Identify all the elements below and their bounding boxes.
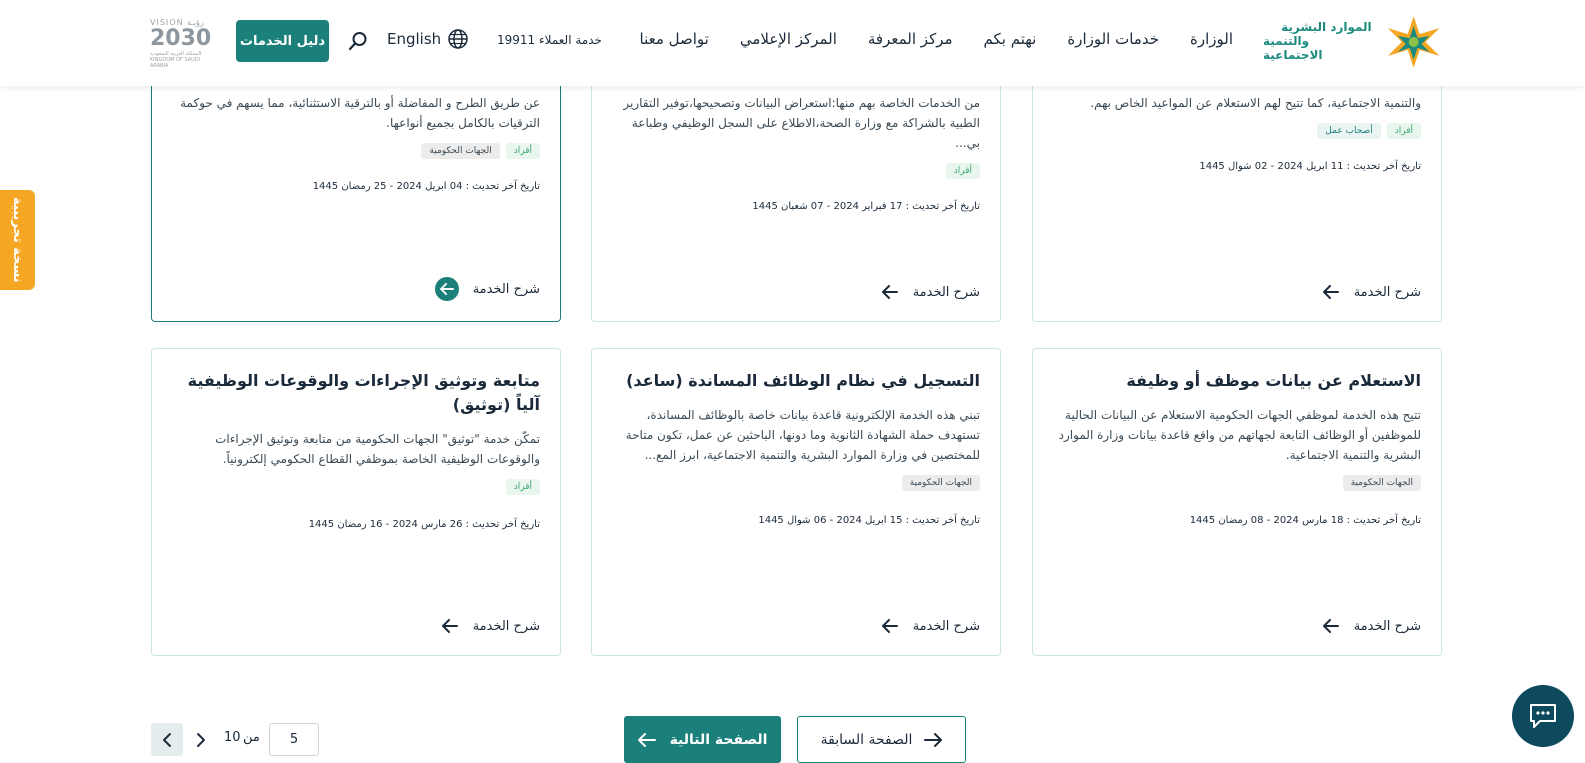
previous-page-label: الصفحة السابقة	[820, 731, 913, 748]
tag-government: الجهات الحكومية	[1342, 475, 1421, 491]
explain-label: شرح الخدمة	[1353, 284, 1421, 300]
card-description: تتيح هذه الخدمة لموظفي الجهات الحكومية ا…	[1058, 408, 1421, 462]
explain-service-link[interactable]: شرح الخدمة	[1322, 617, 1421, 635]
vision-2030-logo: VISION رؤيـة 2030 المملكة العربية السعود…	[150, 18, 216, 69]
page-number-input[interactable]: 5	[269, 723, 319, 756]
service-card[interactable]: التسجيل في نظام الوظائف المساندة (ساعد) …	[591, 348, 1001, 656]
nav-item-care[interactable]: نهتم بكم	[984, 30, 1037, 48]
explain-label: شرح الخدمة	[472, 618, 540, 634]
page-prev-arrow[interactable]	[151, 723, 183, 756]
arrow-left-icon	[637, 732, 656, 747]
arrow-left-circle-icon	[434, 277, 459, 301]
language-label: English	[387, 30, 442, 48]
card-description: تبني هذه الخدمة الإلكترونية قاعدة بيانات…	[625, 408, 980, 462]
arrow-left-icon	[1322, 617, 1340, 635]
card-updated-date: تاريخ آخر تحديث : 17 فبراير 2024 - 07 شع…	[752, 201, 980, 212]
site-header: الموارد البشرية والتنمية الاجتماعية الوز…	[0, 0, 1585, 86]
card-description: من الخدمات الخاصة بهم منها:استعراض البيا…	[623, 96, 980, 150]
chat-bubble-icon	[1530, 704, 1556, 728]
next-page-label: الصفحة التالية	[669, 731, 768, 748]
card-updated-date: تاريخ آخر تحديث : 15 ابريل 2024 - 06 شوا…	[758, 515, 980, 526]
card-description: والتنمية الاجتماعية، كما تتيح لهم الاستع…	[1090, 96, 1421, 110]
explain-label: شرح الخدمة	[1353, 618, 1421, 634]
previous-page-button[interactable]: الصفحة السابقة	[797, 716, 966, 763]
service-card[interactable]: متابعة وتوثيق الإجراءات والوقوعات الوظيف…	[151, 348, 561, 656]
tag-government: الجهات الحكومية	[421, 143, 500, 159]
tag-individuals: أفراد	[505, 479, 540, 495]
arrow-left-icon	[1322, 283, 1340, 301]
nav-item-services[interactable]: خدمات الوزارة	[1067, 30, 1159, 48]
vision-year: 2030	[150, 26, 212, 51]
logo-line-2: والتنمية الاجتماعية	[1263, 34, 1323, 62]
card-tags: الجهات الحكومية	[1053, 475, 1421, 491]
arrow-left-icon	[441, 617, 459, 635]
page-next-arrow[interactable]	[185, 723, 217, 756]
card-title: متابعة وتوثيق الإجراءات والوقوعات الوظيف…	[187, 371, 540, 414]
explain-service-link[interactable]: شرح الخدمة	[441, 617, 540, 635]
card-description: تمكّن خدمة "توثيق" الجهات الحكومية من مت…	[215, 432, 540, 466]
card-updated-date: تاريخ آخر تحديث : 04 ابريل 2024 - 25 رمض…	[312, 181, 540, 192]
service-card[interactable]: والتنمية الاجتماعية، كما تتيح لهم الاستع…	[1032, 60, 1442, 322]
nav-item-ministry[interactable]: الوزارة	[1190, 30, 1233, 48]
tag-individuals: أفراد	[505, 143, 540, 159]
card-description: عن طريق الطرح و المفاضلة أو بالترقية الا…	[180, 96, 540, 130]
globe-icon	[448, 29, 468, 49]
card-updated-date: تاريخ آخر تحديث : 11 ابريل 2024 - 02 شوا…	[1199, 161, 1421, 172]
logo-text: الموارد البشرية والتنمية الاجتماعية	[1263, 20, 1372, 62]
ministry-logo[interactable]: الموارد البشرية والتنمية الاجتماعية	[1263, 14, 1443, 68]
explain-service-link[interactable]: شرح الخدمة	[881, 617, 980, 635]
main-nav: الوزارة خدمات الوزارة نهتم بكم مركز المع…	[640, 30, 1233, 48]
arrow-left-icon	[881, 283, 899, 301]
explain-service-link[interactable]: شرح الخدمة	[1322, 283, 1421, 301]
next-page-button[interactable]: الصفحة التالية	[624, 716, 781, 763]
logo-line-1: الموارد البشرية	[1281, 20, 1372, 34]
page-total: 10	[224, 730, 241, 745]
customer-service-hotline[interactable]: خدمة العملاء 19911	[497, 33, 602, 47]
explain-label: شرح الخدمة	[912, 618, 980, 634]
service-card[interactable]: عن طريق الطرح و المفاضلة أو بالترقية الا…	[151, 60, 561, 322]
card-tags: أفراد	[172, 479, 540, 495]
nav-item-knowledge[interactable]: مركز المعرفة	[868, 30, 953, 48]
card-tags: أفراد الجهات الحكومية	[172, 143, 540, 159]
beta-version-tab[interactable]: نسخة تجريبية	[0, 190, 35, 290]
card-updated-date: تاريخ آخر تحديث : 18 مارس 2024 - 08 رمضا…	[1189, 515, 1421, 526]
explain-label: شرح الخدمة	[472, 281, 540, 297]
service-card[interactable]: الاستعلام عن بيانات موظف أو وظيفة تتيح ه…	[1032, 348, 1442, 656]
card-title: التسجيل في نظام الوظائف المساندة (ساعد)	[626, 371, 980, 390]
language-switch[interactable]: English	[387, 28, 469, 50]
card-updated-date: تاريخ آخر تحديث : 26 مارس 2024 - 16 رمضا…	[308, 519, 540, 530]
chevron-left-icon	[163, 732, 171, 747]
arrow-left-icon	[881, 617, 899, 635]
search-icon[interactable]	[347, 30, 369, 52]
tag-employers: أصحاب عمل	[1317, 123, 1381, 139]
explain-service-link[interactable]: شرح الخدمة	[434, 277, 540, 301]
tag-government: الجهات الحكومية	[901, 475, 980, 491]
page-of-label: من	[243, 730, 260, 745]
arrow-right-icon	[924, 732, 943, 747]
card-tags: أفراد أصحاب عمل	[1053, 123, 1421, 139]
vision-subtext: المملكة العربية السعودية KINGDOM OF SAUD…	[150, 51, 202, 69]
nav-item-media[interactable]: المركز الإعلامي	[740, 30, 837, 48]
chat-widget-button[interactable]	[1512, 685, 1574, 747]
tag-individuals: أفراد	[945, 163, 980, 179]
nav-item-contact[interactable]: تواصل معنا	[640, 30, 709, 48]
logo-star-icon	[1387, 16, 1440, 68]
chevron-right-icon	[197, 732, 205, 747]
card-title: الاستعلام عن بيانات موظف أو وظيفة	[1126, 371, 1421, 390]
explain-service-link[interactable]: شرح الخدمة	[881, 283, 980, 301]
card-tags: الجهات الحكومية	[612, 475, 980, 491]
card-tags: أفراد	[612, 163, 980, 179]
service-card[interactable]: من الخدمات الخاصة بهم منها:استعراض البيا…	[591, 60, 1001, 322]
explain-label: شرح الخدمة	[912, 284, 980, 300]
services-guide-button[interactable]: دليل الخدمات	[236, 20, 329, 62]
tag-individuals: أفراد	[1386, 123, 1421, 139]
